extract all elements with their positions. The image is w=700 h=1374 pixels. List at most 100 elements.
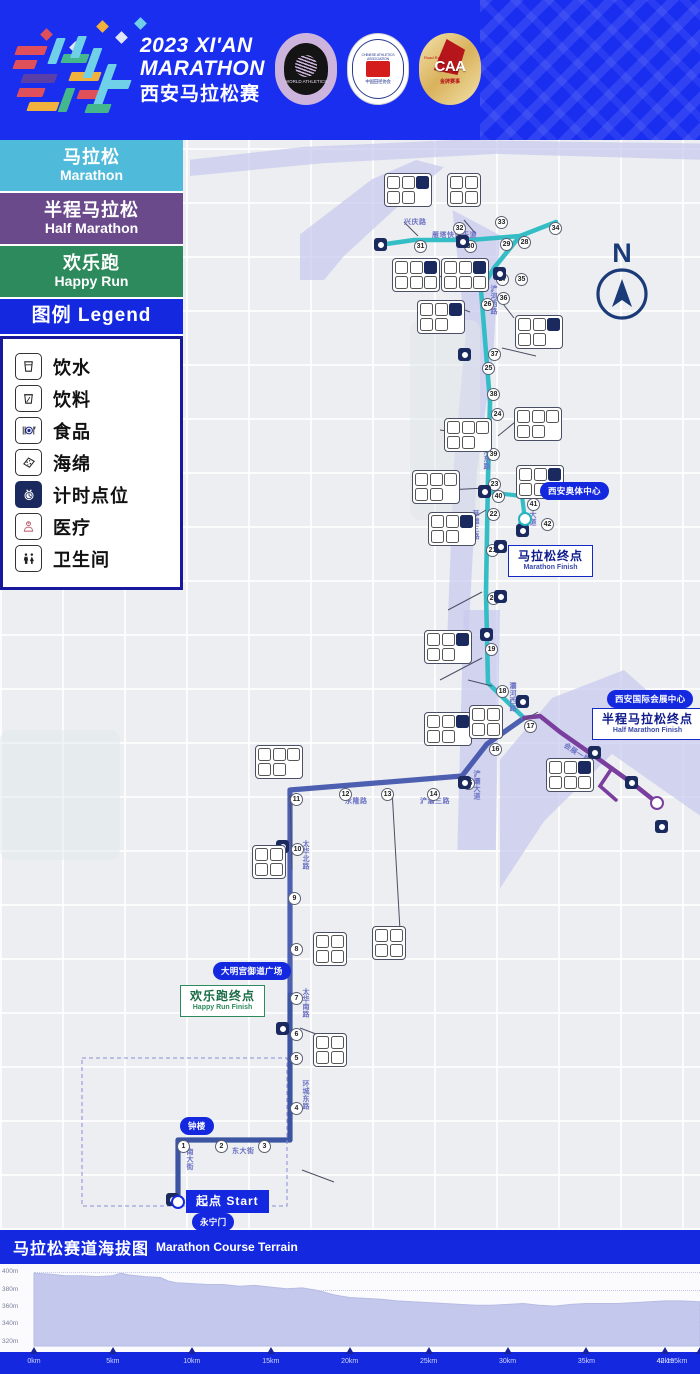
legend-panel: 马拉松 Marathon 半程马拉松 Half Marathon 欢乐跑 Hap… [0,140,183,590]
aid-station-cluster[interactable] [313,1033,347,1067]
water-cup-icon [531,410,545,423]
timing-point-chip[interactable] [493,267,506,280]
timing-point-chip[interactable] [374,238,387,251]
aid-station-cluster[interactable] [447,173,481,207]
label-half-marathon-finish[interactable]: 半程马拉松终点 Half Marathon Finish [592,708,700,740]
aid-station-cluster[interactable] [428,512,476,546]
timing-point-chip[interactable] [655,820,668,833]
aid-station-cluster[interactable] [392,258,440,292]
course-map[interactable]: 马拉松 Marathon 半程马拉松 Half Marathon 欢乐跑 Hap… [0,140,700,1230]
aid-station-cluster[interactable] [255,745,303,779]
km-marker[interactable]: 4 [290,1102,303,1115]
x-tick-label: 10km [183,1358,201,1365]
legend-category-marathon[interactable]: 马拉松 Marathon [0,140,183,193]
pill-bell-tower[interactable]: 钟楼 [180,1117,214,1135]
aid-station-cluster[interactable] [424,712,472,746]
timing-point-chip[interactable] [456,235,469,248]
aid-station-cluster[interactable] [515,315,563,349]
aid-station-cluster[interactable] [424,630,472,664]
km-marker[interactable]: 13 [381,788,394,801]
gridline [34,1272,700,1274]
km-marker[interactable]: 32 [453,222,466,235]
aid-station-cluster[interactable] [514,407,562,441]
timing-point-chip[interactable] [478,485,491,498]
timing-point-chip[interactable] [494,590,507,603]
timing-point-chip[interactable] [516,695,529,708]
km-marker[interactable]: 12 [339,788,352,801]
km-marker[interactable]: 2 [215,1140,228,1153]
km-marker[interactable]: 8 [290,943,303,956]
timing-clock-icon [15,481,42,508]
km-marker[interactable]: 25 [482,362,495,375]
half-marathon-finish-en: Half Marathon Finish [612,727,683,734]
km-marker[interactable]: 40 [492,490,505,503]
label-happy-run-finish[interactable]: 欢乐跑终点 Happy Run Finish [180,985,266,1017]
km-marker[interactable]: 14 [427,788,440,801]
pill-xian-intl-convention[interactable]: 西安国际会展中心 [607,690,694,708]
timing-point-chip[interactable] [494,540,507,553]
legend-category-happy-run[interactable]: 欢乐跑 Happy Run [0,246,183,299]
x-tick-label: 0km [27,1358,41,1365]
timing-point-chip[interactable] [516,524,529,537]
label-start-point[interactable]: 起点 Start [186,1190,269,1213]
label-marathon-finish[interactable]: 马拉松终点 Marathon Finish [508,545,594,577]
aid-station-cluster[interactable] [417,300,465,334]
km-marker[interactable]: 24 [491,408,504,421]
km-marker[interactable]: 29 [500,238,513,251]
km-marker[interactable]: 41 [527,498,540,511]
km-marker[interactable]: 1 [177,1140,190,1153]
aid-station-cluster[interactable] [444,418,492,452]
timing-point-chip[interactable] [458,776,471,789]
km-marker[interactable]: 37 [488,348,501,361]
km-marker[interactable]: 38 [487,388,500,401]
aid-station-cluster[interactable] [469,705,503,739]
km-marker[interactable]: 42 [541,518,554,531]
km-marker[interactable]: 10 [291,843,304,856]
y-tick-label: 320m [2,1337,19,1345]
km-marker[interactable]: 9 [288,892,301,905]
pill-yongningmen[interactable]: 永宁门 [192,1213,235,1230]
legend-title-en: Legend [77,305,152,326]
medical-icon [472,722,485,736]
km-marker[interactable]: 35 [515,273,528,286]
km-marker[interactable]: 36 [497,292,510,305]
timing-point-chip[interactable] [625,776,638,789]
restroom-icon [464,190,478,204]
aid-station-cluster[interactable] [412,470,460,504]
km-marker[interactable]: 17 [524,720,537,733]
china-flag-icon [366,61,390,77]
medical-icon [255,862,268,876]
drink-cup-icon [395,261,408,274]
aid-station-cluster[interactable] [313,932,347,966]
km-marker[interactable]: 31 [414,240,427,253]
km-marker[interactable]: 28 [518,236,531,249]
pill-daminggong-plaza[interactable]: 大明宫御道广场 [213,962,291,980]
legend-category-half-marathon[interactable]: 半程马拉松 Half Marathon [0,193,183,246]
km-marker[interactable]: 7 [290,992,303,1005]
km-marker[interactable]: 34 [549,222,562,235]
km-marker[interactable]: 33 [495,216,508,229]
caa-gold-label-badge: Road Race CAA 金牌赛事 [419,33,481,105]
km-marker[interactable]: 18 [496,685,509,698]
aid-station-cluster[interactable] [372,926,406,960]
aid-station-cluster[interactable] [384,173,432,207]
km-marker[interactable]: 11 [290,793,303,806]
km-marker[interactable]: 6 [290,1028,303,1041]
pill-xian-olympic-center[interactable]: 西安奥体中心 [540,482,609,500]
timing-point-chip[interactable] [458,348,471,361]
restroom-icon [578,775,591,789]
km-marker[interactable]: 19 [485,643,498,656]
km-marker[interactable]: 5 [290,1052,303,1065]
restroom-icon [401,190,415,204]
km-marker[interactable]: 22 [487,508,500,521]
aid-station-cluster[interactable] [441,258,489,292]
km-marker[interactable]: 16 [489,743,502,756]
km-marker[interactable]: 3 [258,1140,271,1153]
aid-station-cluster[interactable] [252,845,286,879]
km-marker[interactable]: 26 [481,298,494,311]
aid-station-cluster[interactable] [546,758,594,792]
timing-point-chip[interactable] [276,1022,289,1035]
x-tick-mark [582,1347,591,1354]
sponge-icon [287,748,300,761]
timing-point-chip[interactable] [480,628,493,641]
